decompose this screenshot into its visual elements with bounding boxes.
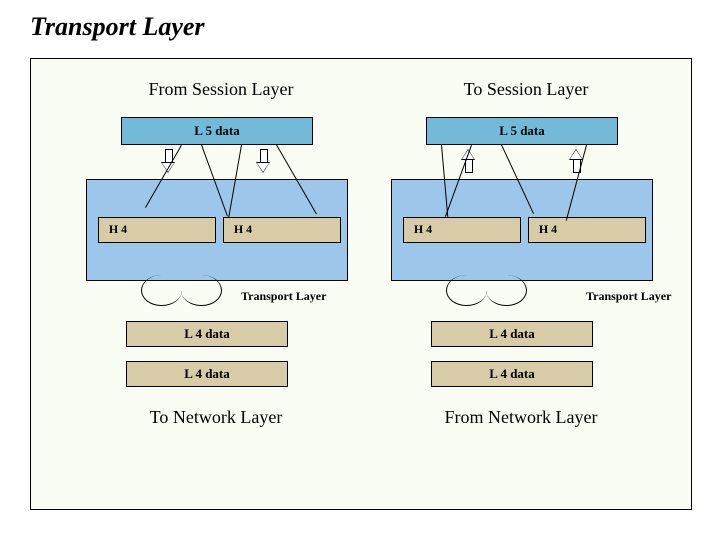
diagram-frame: From Session Layer L 5 data H 4 H 4 Tran…: [30, 58, 692, 510]
page-title: Transport Layer: [30, 12, 205, 42]
h4-label: H 4: [228, 222, 258, 237]
transport-layer-label-right: Transport Layer: [586, 289, 671, 304]
transport-layer-label-left: Transport Layer: [241, 289, 326, 304]
curve-arrow-icon: [141, 275, 182, 306]
l5-data-left: L 5 data: [121, 117, 313, 145]
h4-label: H 4: [533, 222, 563, 237]
footer-to-network-text: To Network Layer: [150, 407, 283, 427]
diagram-canvas: Transport Layer From Session Layer L 5 d…: [0, 0, 720, 540]
heading-from-session: From Session Layer: [121, 79, 321, 100]
footer-to-network: To Network Layer: [126, 407, 306, 428]
l5-data-right: L 5 data: [426, 117, 618, 145]
footer-from-network-text: From Network Layer: [445, 407, 598, 427]
arrow-down-icon: [256, 149, 270, 173]
heading-to-session: To Session Layer: [426, 79, 626, 100]
curve-arrow-icon: [446, 275, 487, 306]
l4-data-left-1: L 4 data: [126, 321, 288, 347]
footer-from-network: From Network Layer: [431, 407, 611, 428]
curve-arrow-icon: [181, 275, 222, 306]
l4-data-left-2: L 4 data: [126, 361, 288, 387]
h4-label: H 4: [408, 222, 438, 237]
l4-data-right-1: L 4 data: [431, 321, 593, 347]
curve-arrow-icon: [486, 275, 527, 306]
l4-data-right-2: L 4 data: [431, 361, 593, 387]
h4-label: H 4: [103, 222, 133, 237]
